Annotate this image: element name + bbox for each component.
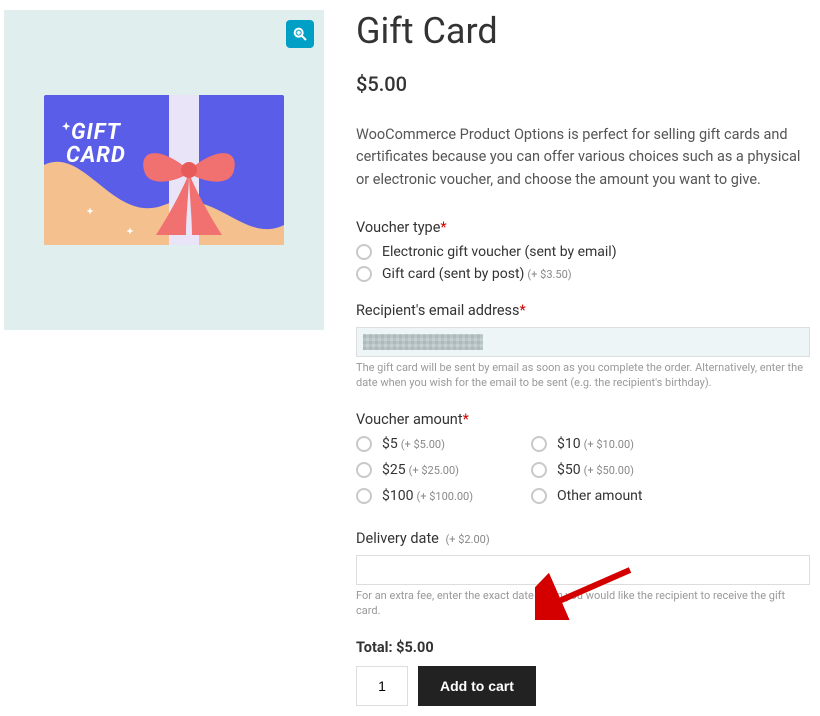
total-line: Total: $5.00 bbox=[356, 639, 810, 656]
amount-option-10[interactable]: $10(+ $10.00) bbox=[531, 436, 696, 452]
product-price: $5.00 bbox=[356, 72, 810, 96]
recipient-email-input[interactable] bbox=[356, 327, 810, 357]
product-title: Gift Card bbox=[356, 10, 810, 52]
radio-icon bbox=[531, 436, 547, 452]
delivery-helper-text: For an extra fee, enter the exact date w… bbox=[356, 589, 810, 619]
quantity-input[interactable] bbox=[356, 666, 408, 706]
radio-icon bbox=[356, 244, 372, 260]
amount-option-5[interactable]: $5(+ $5.00) bbox=[356, 436, 521, 452]
amount-option-50[interactable]: $50(+ $50.00) bbox=[531, 462, 696, 478]
email-helper-text: The gift card will be sent by email as s… bbox=[356, 361, 810, 391]
amount-label: Voucher amount* bbox=[356, 411, 810, 428]
add-to-cart-button[interactable]: Add to cart bbox=[418, 666, 536, 706]
radio-icon bbox=[356, 462, 372, 478]
amount-option-100[interactable]: $100(+ $100.00) bbox=[356, 488, 521, 504]
radio-icon bbox=[356, 436, 372, 452]
radio-icon bbox=[531, 462, 547, 478]
gift-card-image[interactable]: GIFT CARD bbox=[44, 95, 284, 245]
redacted-text bbox=[363, 334, 483, 350]
email-label: Recipient's email address* bbox=[356, 302, 810, 319]
delivery-date-label: Delivery date (+ $2.00) bbox=[356, 530, 810, 547]
product-image-panel: GIFT CARD bbox=[4, 10, 324, 330]
voucher-type-label: Voucher type* bbox=[356, 219, 810, 236]
product-description: WooCommerce Product Options is perfect f… bbox=[356, 124, 810, 191]
amount-option-25[interactable]: $25(+ $25.00) bbox=[356, 462, 521, 478]
amount-option-other[interactable]: Other amount bbox=[531, 488, 696, 504]
radio-icon bbox=[531, 488, 547, 504]
delivery-date-input[interactable] bbox=[356, 555, 810, 585]
radio-icon bbox=[356, 266, 372, 282]
voucher-type-option-post[interactable]: Gift card (sent by post) (+ $3.50) bbox=[356, 266, 810, 282]
radio-icon bbox=[356, 488, 372, 504]
voucher-type-option-electronic[interactable]: Electronic gift voucher (sent by email) bbox=[356, 244, 810, 260]
zoom-icon[interactable] bbox=[286, 20, 314, 48]
gift-card-image-text: GIFT CARD bbox=[66, 121, 126, 167]
